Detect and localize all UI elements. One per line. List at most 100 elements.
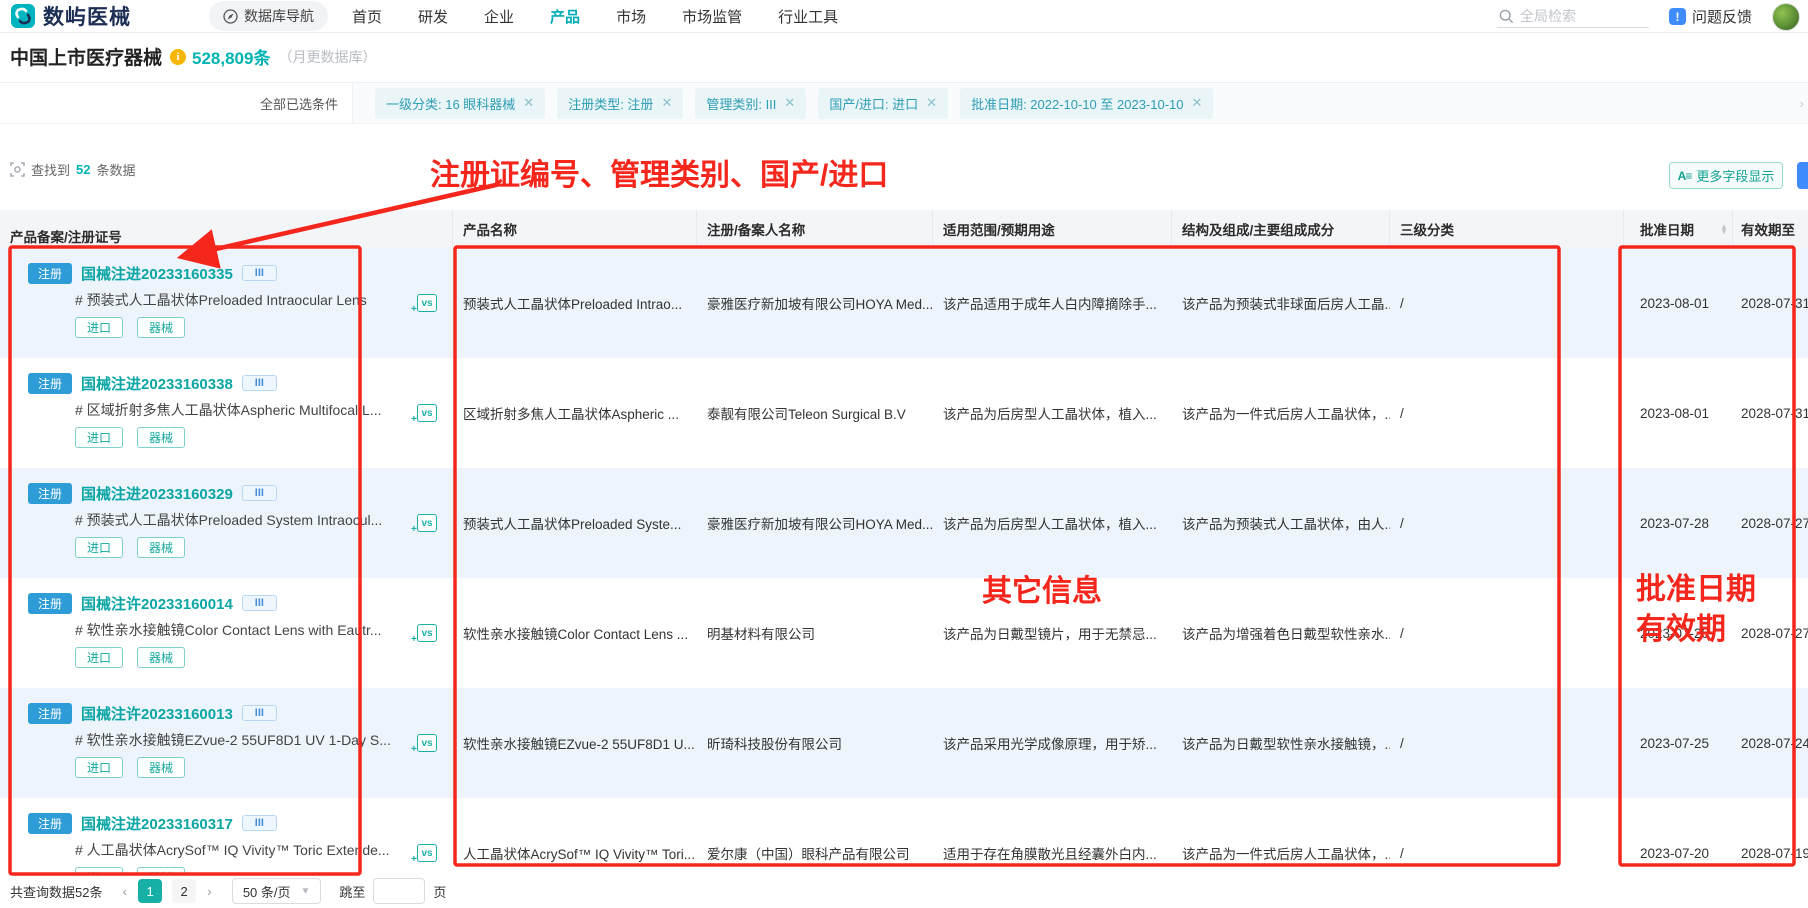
search-icon [1499, 9, 1514, 24]
column-header: 有效期至 [1733, 210, 1808, 248]
filter-chip[interactable]: 国产/进口: 进口✕ [818, 88, 948, 119]
compare-vs-icon[interactable]: vs [417, 624, 437, 642]
compare-vs-icon[interactable]: vs [417, 404, 437, 422]
filter-strip: 全部已选条件 一级分类: 16 眼科器械✕ 注册类型: 注册✕ 管理类别: III✕… [0, 82, 1808, 124]
management-class-badge: III [242, 705, 277, 721]
table-row[interactable]: 注册 国械注许20233160014 III # 软性亲水接触镜Color Co… [0, 578, 1808, 688]
result-toolbar: 查找到 52 条数据 A≡ 更多字段显示 ⤓ [0, 124, 1808, 210]
cell-approval-date: 2023-07-25 [1624, 688, 1733, 798]
cell-registrant: 明基材料有限公司 [697, 578, 933, 688]
table-row[interactable]: 注册 国械注许20233160013 III # 软性亲水接触镜EZvue-2 … [0, 688, 1808, 798]
management-class-badge: III [242, 375, 277, 391]
cert-number-link[interactable]: 国械注进20233160317 [81, 813, 233, 834]
nav-item[interactable]: 研发 [418, 6, 448, 27]
column-header: 产品名称 [453, 210, 697, 248]
cell-approval-date: 2023-07-28 [1624, 468, 1733, 578]
global-search-input[interactable] [1520, 8, 1630, 24]
registration-type-badge: 注册 [28, 813, 72, 834]
compare-vs-icon[interactable]: vs [417, 514, 437, 532]
nav-item[interactable]: 市场监管 [682, 6, 742, 27]
page-number-button[interactable]: 2 [172, 879, 196, 903]
page-number-button[interactable]: 1 [138, 879, 162, 903]
chevron-down-icon: ▼ [301, 886, 311, 897]
cell-structure: 该产品为日戴型软性亲水接触镜，... [1172, 688, 1390, 798]
page-size-select[interactable]: 50 条/页 ▼ [232, 878, 322, 904]
cell-structure: 该产品为一件式后房人工晶状体，... [1172, 358, 1390, 468]
chip-close-icon[interactable]: ✕ [926, 95, 937, 111]
cell-approval-date: 2023-07-20 [1624, 798, 1733, 874]
info-icon[interactable]: i [170, 49, 186, 65]
cell-structure: 该产品为增强着色日戴型软性亲水... [1172, 578, 1390, 688]
cell-category: / [1390, 358, 1624, 468]
table-body: 注册 国械注进20233160335 III # 预装式人工晶状体Preload… [0, 248, 1808, 874]
main-menu: 首页 研发 企业 产品 市场 市场监管 行业工具 [352, 6, 838, 27]
tag-badge: 进口 [75, 757, 123, 778]
table-row[interactable]: 注册 国械注进20233160335 III # 预装式人工晶状体Preload… [0, 248, 1808, 358]
filter-chip[interactable]: 一级分类: 16 眼科器械✕ [375, 88, 545, 119]
cert-number-link[interactable]: 国械注许20233160014 [81, 593, 233, 614]
chip-close-icon[interactable]: ✕ [784, 95, 795, 111]
management-class-badge: III [242, 595, 277, 611]
cell-valid-until: 2028-07-19 [1733, 798, 1808, 874]
tag-badge: 器械 [137, 867, 185, 874]
jump-page-input[interactable] [373, 878, 425, 904]
management-class-badge: III [242, 265, 277, 281]
chip-close-icon[interactable]: ✕ [661, 95, 672, 111]
column-header: 注册/备案人名称 [697, 210, 933, 248]
nav-item[interactable]: 产品 [550, 6, 580, 27]
result-count-text: 查找到 52 条数据 [10, 160, 136, 179]
tag-badge: 进口 [75, 317, 123, 338]
page-subtitle: （月更数据库） [278, 47, 376, 67]
cell-scope: 该产品为日戴型镜片，用于无禁忌... [933, 578, 1172, 688]
column-header: 产品备案/注册证号 [0, 210, 453, 248]
cell-structure: 该产品为预装式人工晶状体，由人... [1172, 468, 1390, 578]
tag-badge: 进口 [75, 867, 123, 874]
user-avatar[interactable] [1772, 3, 1800, 31]
filter-label: 全部已选条件 [260, 94, 338, 113]
nav-item[interactable]: 企业 [484, 6, 514, 27]
column-header[interactable]: 批准日期▲▼ [1624, 210, 1733, 248]
chip-close-icon[interactable]: ✕ [1192, 95, 1203, 111]
chip-close-icon[interactable]: ✕ [523, 95, 534, 111]
table-row[interactable]: 注册 国械注进20233160317 III # 人工晶状体AcrySof™ I… [0, 798, 1808, 874]
cert-number-link[interactable]: 国械注进20233160329 [81, 483, 233, 504]
database-nav-button[interactable]: 数据库导航 [209, 1, 328, 31]
compare-vs-icon[interactable]: vs [417, 294, 437, 312]
compare-vs-icon[interactable]: vs [417, 844, 437, 862]
more-fields-label: 更多字段显示 [1696, 166, 1774, 185]
next-page-button[interactable]: › [207, 883, 212, 899]
filter-chip[interactable]: 管理类别: III✕ [695, 88, 806, 119]
cert-number-link[interactable]: 国械注进20233160335 [81, 263, 233, 284]
management-class-badge: III [242, 815, 277, 831]
cell-scope: 该产品为后房型人工晶状体，植入... [933, 358, 1172, 468]
product-title: # 预装式人工晶状体Preloaded Intraocular Lens [28, 290, 448, 310]
app-logo[interactable]: 数屿医械 [10, 1, 131, 31]
cell-product-name: 预装式人工晶状体Preloaded Intrao... [453, 248, 697, 358]
cert-number-link[interactable]: 国械注许20233160013 [81, 703, 233, 724]
cell-structure: 该产品为一件式后房人工晶状体，... [1172, 798, 1390, 874]
filter-chip[interactable]: 注册类型: 注册✕ [557, 88, 683, 119]
nav-item[interactable]: 行业工具 [778, 6, 838, 27]
cell-registrant: 泰靓有限公司Teleon Surgical B.V [697, 358, 933, 468]
record-count: 528,809条 [192, 44, 270, 69]
export-button[interactable]: ⤓ [1797, 162, 1808, 189]
nav-item[interactable]: 首页 [352, 6, 382, 27]
cell-product-name: 人工晶状体AcrySof™ IQ Vivity™ Tori... [453, 798, 697, 874]
filter-chip[interactable]: 批准日期: 2022-10-10 至 2023-10-10✕ [960, 88, 1213, 119]
sort-icon[interactable]: ▲▼ [1720, 224, 1728, 234]
more-fields-button[interactable]: A≡ 更多字段显示 [1669, 162, 1783, 189]
table-row[interactable]: 注册 国械注进20233160329 III # 预装式人工晶状体Preload… [0, 468, 1808, 578]
jump-suffix: 页 [433, 882, 446, 901]
prev-page-button[interactable]: ‹ [122, 883, 127, 899]
cell-product-name: 预装式人工晶状体Preloaded Syste... [453, 468, 697, 578]
compare-vs-icon[interactable]: vs [417, 734, 437, 752]
feedback-button[interactable]: ! 问题反馈 [1669, 6, 1752, 27]
nav-item[interactable]: 市场 [616, 6, 646, 27]
management-class-badge: III [242, 485, 277, 501]
tag-badge: 进口 [75, 537, 123, 558]
cert-number-link[interactable]: 国械注进20233160338 [81, 373, 233, 394]
table-row[interactable]: 注册 国械注进20233160338 III # 区域折射多焦人工晶状体Asph… [0, 358, 1808, 468]
chips-overflow-chevron-icon[interactable]: › [1800, 96, 1804, 111]
global-search[interactable] [1497, 5, 1649, 28]
cell-approval-date: 2023-08-01 [1624, 358, 1733, 468]
